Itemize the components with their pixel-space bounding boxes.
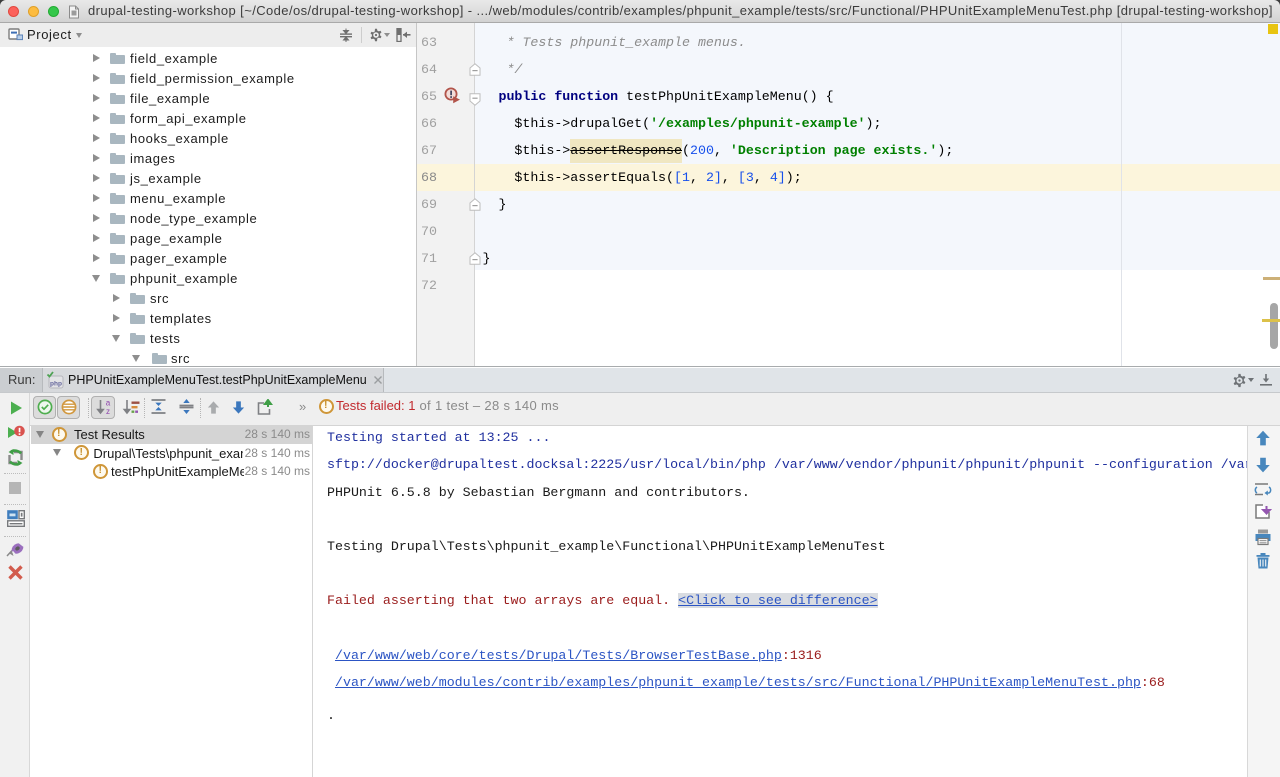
svg-text:z: z [106, 407, 110, 416]
svg-text:php: php [50, 381, 62, 388]
